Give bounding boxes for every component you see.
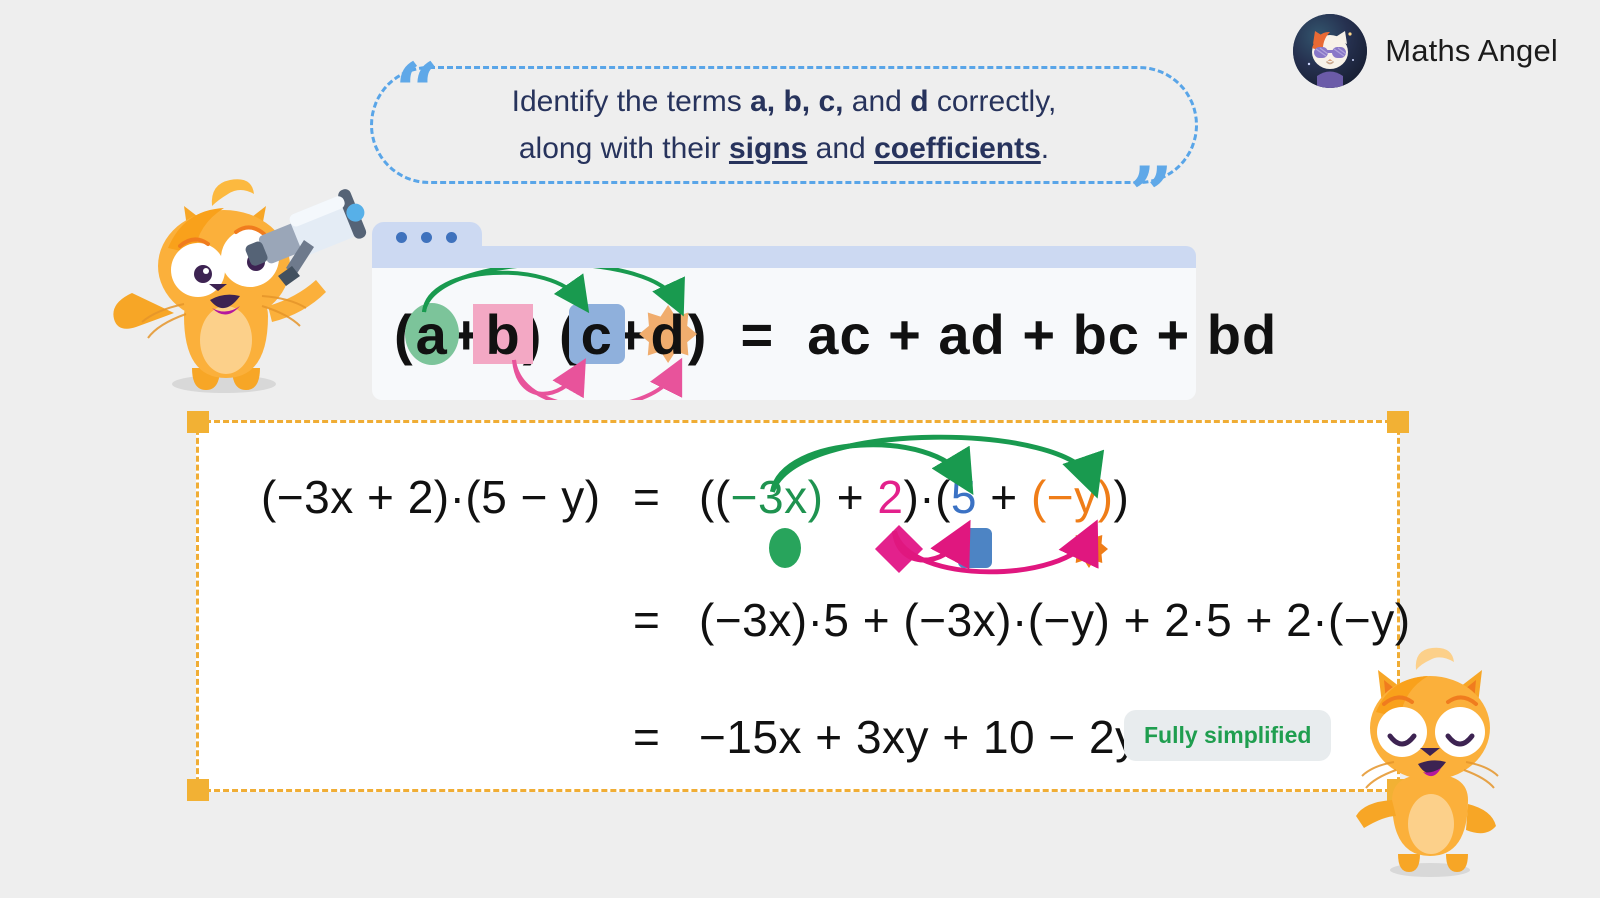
- line1-term-d: (−y): [1030, 471, 1114, 523]
- line1-close-a: ): [807, 471, 824, 523]
- callout-line2-mid: and: [807, 132, 875, 165]
- term-b: b: [473, 302, 534, 367]
- line1-close-b: )·(: [903, 471, 951, 523]
- expansion-result: ac + ad + bc + bd: [807, 302, 1278, 366]
- resize-handle-bottom-left[interactable]: [187, 779, 209, 801]
- brand-name: Maths Angel: [1385, 33, 1558, 68]
- line1-term-c: 5: [950, 471, 978, 523]
- term-d: d: [639, 302, 698, 367]
- line1-term-a: −3x: [730, 471, 808, 523]
- cat-with-telescope-mascot: [72, 128, 372, 396]
- window-dot-icon: [396, 232, 407, 243]
- line1-plus2: +: [977, 471, 1031, 523]
- line1-close-parens: ): [1113, 471, 1130, 523]
- term-a: a: [404, 302, 459, 367]
- line1-open-parens: ((: [699, 471, 731, 523]
- quote-open-icon: “: [395, 46, 439, 135]
- worked-example-panel: (−3x + 2)·(5 − y) = ((−3x) + 2)·(5 + (−y…: [187, 411, 1410, 801]
- happy-cat-mascot: [1330, 640, 1530, 880]
- line1-plus1: +: [823, 471, 878, 523]
- instruction-callout: “ ” Identify the terms a, b, c, and d co…: [370, 53, 1198, 233]
- window-dots: [396, 232, 457, 243]
- equals-sign: =: [740, 302, 775, 366]
- term-d-label: d: [650, 302, 686, 366]
- term-a-label: a: [415, 302, 448, 366]
- callout-line1-pre: Identify the terms: [511, 84, 751, 118]
- example-line1-right: ((−3x) + 2)·(5 + (−y)): [699, 470, 1129, 524]
- fully-simplified-badge: Fully simplified: [1124, 710, 1332, 761]
- example-line3-equals: =: [633, 711, 661, 763]
- callout-line2-post: .: [1040, 132, 1050, 165]
- instruction-text: Identify the terms a, b, c, and d correc…: [472, 78, 1097, 173]
- foil-identity: (a+b) (c+d) = ac + ad + bc + bd: [372, 268, 1276, 400]
- callout-line1-mid: and: [843, 84, 911, 118]
- line1-term-b: 2: [877, 471, 904, 523]
- callout-coefficients-emphasis: coefficients: [874, 132, 1041, 165]
- window-dot-icon: [446, 232, 457, 243]
- resize-handle-top-right[interactable]: [1387, 411, 1409, 433]
- cat-avatar-logo-icon: [1293, 14, 1368, 88]
- resize-handle-top-left[interactable]: [187, 411, 209, 433]
- example-line1-left: (−3x + 2)·(5 − y): [261, 471, 601, 523]
- formula-card-body: (a+b) (c+d) = ac + ad + bc + bd: [372, 268, 1276, 400]
- callout-line1-bold2: d: [910, 84, 929, 118]
- callout-line2-pre: along with their: [518, 132, 729, 165]
- example-line1-equals: =: [633, 471, 661, 523]
- term-shape-legend: [699, 524, 1119, 576]
- diamond-marker-icon: [874, 524, 924, 574]
- term-c: c: [568, 302, 625, 367]
- square-marker-icon: [958, 528, 992, 568]
- example-line2-equals: =: [633, 594, 661, 646]
- example-line3-body: −15x + 3xy + 10 − 2y: [699, 711, 1139, 763]
- circle-marker-icon: [769, 528, 801, 568]
- brand-header: Maths Angel: [1293, 14, 1558, 88]
- window-dot-icon: [421, 232, 432, 243]
- term-b-label: b: [485, 302, 521, 366]
- callout-line1-post: correctly,: [928, 84, 1057, 118]
- example-line2-body: (−3x)·5 + (−3x)·(−y) + 2·5 + 2·(−y): [699, 594, 1411, 646]
- starburst-marker-icon: [1070, 530, 1108, 568]
- formula-card: (a+b) (c+d) = ac + ad + bc + bd: [372, 222, 1276, 400]
- callout-signs-emphasis: signs: [728, 132, 808, 165]
- callout-line1-bold: a, b, c,: [750, 84, 844, 118]
- term-c-label: c: [580, 302, 613, 366]
